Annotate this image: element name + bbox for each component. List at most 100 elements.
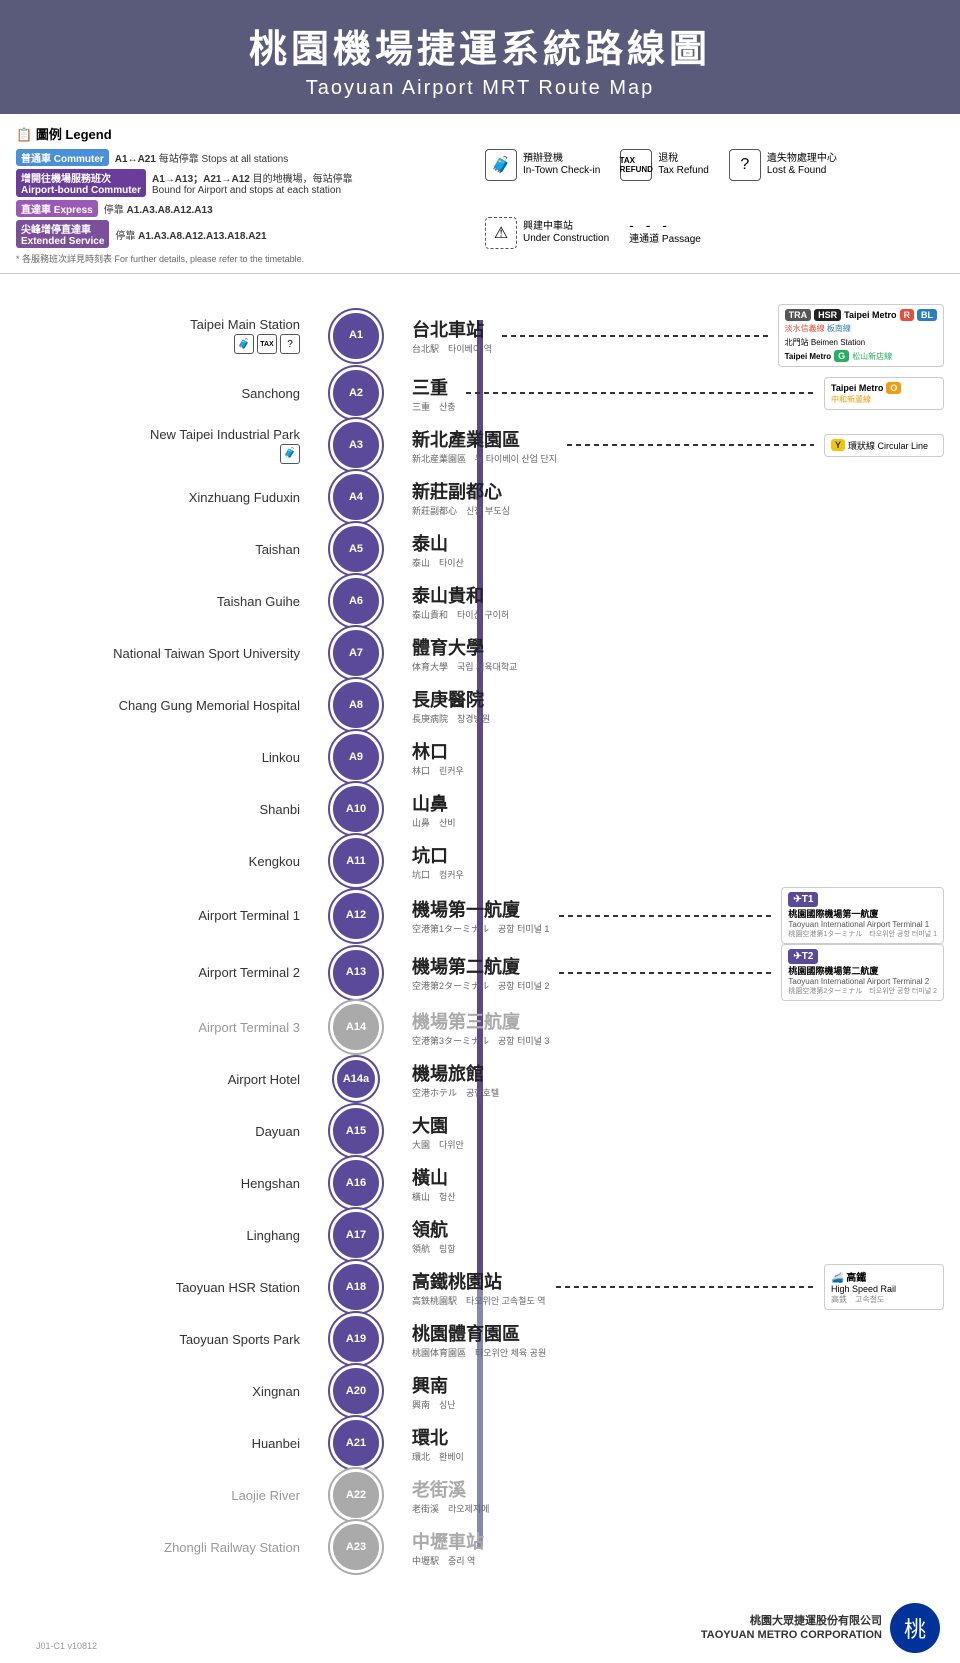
station-left-A9: Linkou bbox=[16, 750, 316, 765]
station-bubble: A12 bbox=[330, 890, 382, 942]
station-zh-main: 林口 bbox=[412, 738, 464, 764]
connection-box-terminal2: ✈T2桃園國際機場第二航廈Taoyuan International Airpo… bbox=[781, 944, 944, 1001]
station-bubble: A20 bbox=[330, 1365, 382, 1417]
station-left-A23: Zhongli Railway Station bbox=[16, 1540, 316, 1555]
connection-box-hsr: 🚄 高鐵High Speed Rail高鉄 고속철도 bbox=[824, 1264, 944, 1310]
station-zh-names: 橫山橫山 헝산 bbox=[412, 1164, 456, 1203]
station-bubble: A6 bbox=[330, 575, 382, 627]
station-zh-main: 台北車站 bbox=[412, 316, 492, 342]
station-row: Taishan GuiheA6泰山貴和泰山貴和 타이산 구이허 bbox=[16, 575, 944, 627]
station-zh-names: 高鐵桃園站高鉄桃園駅 타오위안 고속철도 역 bbox=[412, 1268, 546, 1307]
airport-badge: 增開往機場服務班次Airport-bound Commuter bbox=[16, 169, 146, 197]
checkin-icon: 🧳 bbox=[280, 444, 300, 464]
station-bubble: A7 bbox=[330, 627, 382, 679]
station-code: A11 bbox=[346, 856, 366, 867]
station-bubble: A13 bbox=[330, 947, 382, 999]
legend-icons: 🧳 預辦登機In-Town Check-in TAXREFUND 退稅Tax R… bbox=[485, 149, 944, 265]
station-en-name: New Taipei Industrial Park bbox=[150, 427, 300, 442]
station-zh-main: 中壢車站 bbox=[412, 1528, 484, 1554]
station-en-name: Chang Gung Memorial Hospital bbox=[119, 698, 300, 713]
station-row: SanchongA2三重三重 산충Taipei MetroO中和新蘆線 bbox=[16, 367, 944, 419]
station-right-A18: 高鐵桃園站高鉄桃園駅 타오위안 고속철도 역 🚄 高鐵High Speed Rai… bbox=[396, 1264, 944, 1310]
station-zh-sub: 坑口 컹커우 bbox=[412, 868, 464, 881]
station-code: A20 bbox=[346, 1386, 366, 1397]
station-zh-sub: 高鉄桃園駅 타오위안 고속철도 역 bbox=[412, 1294, 546, 1307]
station-bubble: A5 bbox=[330, 523, 382, 575]
station-left-A13: Airport Terminal 2 bbox=[16, 965, 316, 980]
station-zh-main: 機場旅館 bbox=[412, 1060, 499, 1086]
station-row: Chang Gung Memorial HospitalA8長庚醫院長庚病院 창… bbox=[16, 679, 944, 731]
station-code: A21 bbox=[346, 1438, 366, 1449]
station-center-A11: A11 bbox=[316, 835, 396, 887]
station-row: Airport Terminal 2 A13 機場第二航廈空港第2ターミナル 공항 … bbox=[16, 944, 944, 1001]
checkin-icon: 🧳 bbox=[485, 149, 517, 181]
station-row: HengshanA16橫山橫山 헝산 bbox=[16, 1157, 944, 1209]
tra-badge: TRA bbox=[785, 309, 812, 321]
station-zh-main: 新莊副都心 bbox=[412, 478, 510, 504]
station-code: A17 bbox=[346, 1230, 366, 1241]
station-left-A2: Sanchong bbox=[16, 386, 316, 401]
station-right-A4: 新莊副都心新莊副都心 신장 부도심 bbox=[396, 478, 944, 517]
connection-line bbox=[559, 972, 771, 974]
station-zh-names: 機場第一航廈空港第1ターミナル 공항 터미널 1 bbox=[412, 896, 549, 935]
legend-airport-bound: 增開往機場服務班次Airport-bound Commuter A1→A13；A… bbox=[16, 169, 475, 197]
station-en-name: Huanbei bbox=[252, 1436, 300, 1451]
station-zh-names: 領航領航 링항 bbox=[412, 1216, 456, 1255]
legend-note: * 各服務班次詳見時刻表 For further details, please… bbox=[16, 252, 475, 265]
legend-icon: 📋 bbox=[16, 127, 32, 142]
station-en-name: Zhongli Railway Station bbox=[164, 1540, 300, 1555]
company-name: 桃園大眾捷運股份有限公司 TAOYUAN METRO CORPORATION bbox=[701, 1614, 882, 1643]
T1-badge: ✈T1 bbox=[788, 892, 818, 907]
station-zh-main: 長庚醫院 bbox=[412, 686, 490, 712]
station-code: A12 bbox=[346, 910, 366, 921]
station-service-icons: 🧳 bbox=[280, 444, 300, 464]
station-zh-names: 老街溪老街溪 라오제지에 bbox=[412, 1476, 489, 1515]
station-zh-main: 高鐵桃園站 bbox=[412, 1268, 546, 1294]
station-bubble: A18 bbox=[330, 1261, 382, 1313]
extended-badge: 尖峰增停直達車Extended Service bbox=[16, 220, 109, 248]
station-right-A23: 中壢車站中壢駅 중리 역 bbox=[396, 1528, 944, 1567]
checkin-icon: 🧳 bbox=[234, 334, 254, 354]
station-row: DayuanA15大園大園 다위안 bbox=[16, 1105, 944, 1157]
station-left-A8: Chang Gung Memorial Hospital bbox=[16, 698, 316, 713]
taxrefund-icon: TAX bbox=[257, 334, 277, 354]
station-left-A20: Xingnan bbox=[16, 1384, 316, 1399]
station-en-name: Taishan Guihe bbox=[217, 594, 300, 609]
station-code: A9 bbox=[349, 752, 363, 763]
station-right-A13: 機場第二航廈空港第2ターミナル 공항 터미널 2✈T2桃園國際機場第二航廈Tao… bbox=[396, 944, 944, 1001]
station-zh-sub: 橫山 헝산 bbox=[412, 1190, 456, 1203]
line-BL-badge: BL bbox=[917, 309, 937, 321]
station-left-A14a: Airport Hotel bbox=[16, 1072, 316, 1087]
station-row: TaishanA5泰山泰山 타이산 bbox=[16, 523, 944, 575]
station-zh-main: 環北 bbox=[412, 1424, 464, 1450]
connection-line bbox=[556, 1286, 814, 1288]
station-right-A12: 機場第一航廈空港第1ターミナル 공항 터미널 1✈T1桃園國際機場第一航廈Tao… bbox=[396, 887, 944, 944]
station-en-name: Taoyuan HSR Station bbox=[176, 1280, 300, 1295]
station-en-name: Airport Terminal 2 bbox=[198, 965, 300, 980]
station-zh-names: 興南興南 싱난 bbox=[412, 1372, 456, 1411]
station-bubble: A17 bbox=[330, 1209, 382, 1261]
station-en-name: Airport Hotel bbox=[228, 1072, 300, 1087]
station-row: Airport HotelA14a機場旅館空港ホテル 공항호텔 bbox=[16, 1053, 944, 1105]
station-zh-sub: 新北産業園區 뉴 타이베이 산업 단지 bbox=[412, 452, 557, 465]
station-left-A17: Linghang bbox=[16, 1228, 316, 1243]
station-en-name: Airport Terminal 3 bbox=[198, 1020, 300, 1035]
station-zh-main: 機場第二航廈 bbox=[412, 953, 549, 979]
station-zh-sub: 山鼻 산비 bbox=[412, 816, 456, 829]
station-en-name: Dayuan bbox=[255, 1124, 300, 1139]
station-zh-main: 興南 bbox=[412, 1372, 456, 1398]
hsr-badge: HSR bbox=[814, 309, 841, 321]
station-center-A17: A17 bbox=[316, 1209, 396, 1261]
station-center-A1: A1 bbox=[316, 310, 396, 362]
station-bubble: A10 bbox=[330, 783, 382, 835]
station-zh-sub: 長庚病院 창경병원 bbox=[412, 712, 490, 725]
station-zh-main: 橫山 bbox=[412, 1164, 456, 1190]
station-zh-sub: 領航 링항 bbox=[412, 1242, 456, 1255]
connection-line bbox=[502, 335, 768, 337]
station-code: A13 bbox=[346, 967, 366, 978]
station-left-A1: Taipei Main Station🧳TAX? bbox=[16, 317, 316, 354]
station-code: A3 bbox=[349, 440, 363, 451]
legend-extended: 尖峰增停直達車Extended Service 停靠 A1.A3.A8.A12.… bbox=[16, 220, 475, 248]
station-zh-main: 泰山貴和 bbox=[412, 582, 509, 608]
station-bubble: A9 bbox=[330, 731, 382, 783]
